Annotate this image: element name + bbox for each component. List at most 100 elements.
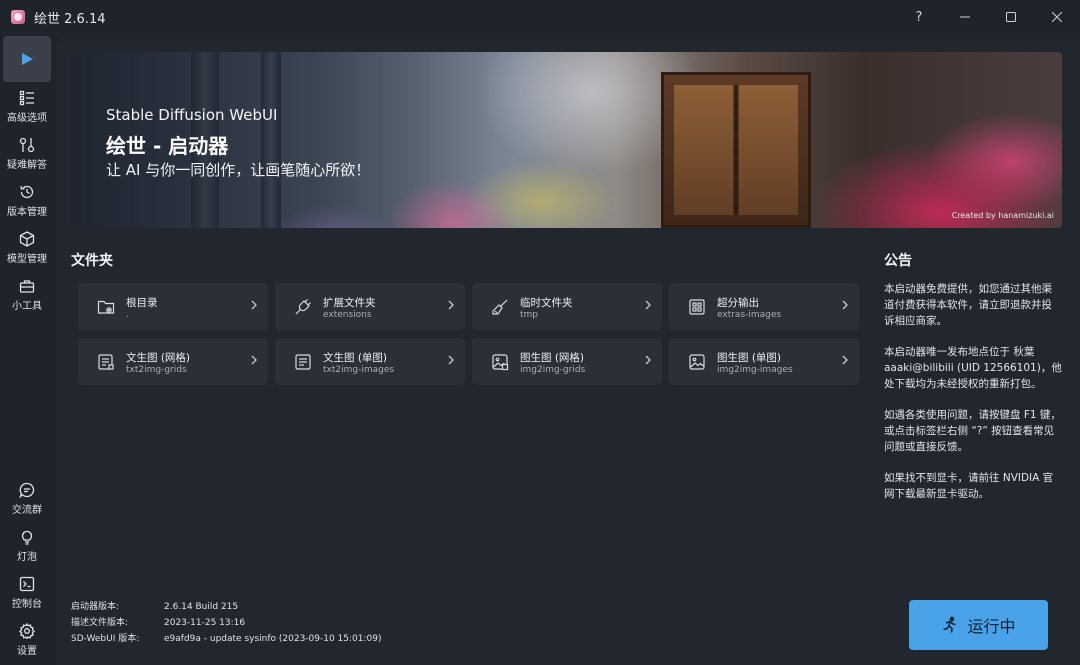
image-grid-icon: [491, 353, 509, 371]
version-key: SD-WebUI 版本:: [71, 634, 140, 644]
chevron-right-icon: [841, 354, 849, 366]
close-button[interactable]: [1034, 0, 1080, 34]
folder-img2img-images[interactable]: 图生图 (单图) img2img-images: [669, 338, 859, 385]
banner-credit: Created by hanamizuki.ai: [951, 211, 1054, 220]
banner-title: 绘世 - 启动器: [106, 134, 229, 158]
list-settings-icon: [19, 90, 34, 106]
cube-icon: [19, 231, 35, 247]
sidebar-item-label: 控制台: [12, 599, 42, 610]
sidebar-item-label: 小工具: [12, 301, 42, 312]
folder-txt2img-images[interactable]: 文生图 (单图) txt2img-images: [275, 338, 465, 385]
version-key: 描述文件版本:: [71, 618, 129, 628]
banner-artwork: [661, 72, 811, 228]
running-icon: [941, 616, 959, 634]
folder-path: extensions: [323, 310, 372, 320]
grid-icon: [688, 298, 706, 316]
window-title: 绘世 2.6.14: [34, 11, 106, 27]
window-controls: ?: [896, 0, 1080, 34]
folders-title: 文件夹: [71, 253, 113, 269]
sidebar-item-launch[interactable]: [3, 36, 51, 82]
banner-slogan: 让 AI 与你一同创作，让画笔随心所欲！: [106, 161, 371, 179]
image-icon: [688, 353, 706, 371]
sidebar-item-label: 灯泡: [17, 552, 37, 563]
sidebar-item-settings[interactable]: 设置: [3, 617, 51, 663]
play-icon: [20, 52, 34, 66]
help-button[interactable]: ?: [896, 0, 942, 34]
folder-extras-images[interactable]: 超分输出 extras-images: [669, 283, 859, 330]
version-value: e9afd9a - update sysinfo (2023-09-10 15:…: [164, 634, 382, 644]
folder-path: extras-images: [717, 310, 782, 320]
version-key: 启动器版本:: [71, 602, 120, 612]
folder-path: .: [126, 310, 129, 320]
sidebar-item-community[interactable]: 交流群: [3, 476, 51, 522]
maximize-icon: [1006, 12, 1016, 22]
version-value: 2.6.14 Build 215: [164, 602, 239, 612]
chevron-right-icon: [250, 299, 258, 311]
chevron-right-icon: [447, 299, 455, 311]
chevron-right-icon: [841, 299, 849, 311]
folder-path: txt2img-grids: [126, 365, 187, 375]
sidebar-item-label: 疑难解答: [7, 160, 47, 171]
sidebar-item-versions[interactable]: 版本管理: [3, 178, 51, 224]
chevron-right-icon: [644, 354, 652, 366]
folder-icon: [97, 298, 115, 316]
run-button-label: 运行中: [967, 617, 1016, 636]
folder-path: img2img-images: [717, 365, 793, 375]
history-icon: [20, 185, 34, 199]
minimize-button[interactable]: [942, 0, 988, 34]
sidebar-item-label: 交流群: [12, 505, 42, 516]
notice-paragraph: 如遇各类使用问题，请按键盘 F1 键，或点击标签栏右侧 “?” 按钮查看常见问题…: [884, 409, 1061, 453]
text-doc-grid-icon: [97, 353, 115, 371]
chat-icon: [19, 482, 35, 498]
sidebar-item-console[interactable]: 控制台: [3, 570, 51, 616]
folder-root[interactable]: 根目录 .: [78, 283, 268, 330]
folder-extensions[interactable]: 扩展文件夹 extensions: [275, 283, 465, 330]
notice-title: 公告: [884, 253, 912, 269]
close-icon: [1052, 12, 1062, 22]
plug-icon: [294, 298, 312, 316]
wrench-icon: [19, 137, 35, 153]
folder-img2img-grids[interactable]: 图生图 (网格) img2img-grids: [472, 338, 662, 385]
chevron-right-icon: [447, 354, 455, 366]
version-info: 启动器版本: 2.6.14 Build 215 描述文件版本: 2023-11-…: [71, 599, 382, 647]
lightbulb-icon: [21, 530, 33, 545]
text-doc-icon: [294, 353, 312, 371]
folder-tmp[interactable]: 临时文件夹 tmp: [472, 283, 662, 330]
maximize-button[interactable]: [988, 0, 1034, 34]
folder-name: 图生图 (单图): [717, 352, 782, 364]
notice-paragraph: 本启动器免费提供，如您通过其他渠道付费获得本软件，请立即退款并投诉相应商家。: [884, 283, 1052, 327]
banner-subtitle: Stable Diffusion WebUI: [106, 106, 278, 124]
chevron-right-icon: [250, 354, 258, 366]
folder-name: 文生图 (网格): [126, 352, 191, 364]
sidebar-item-models[interactable]: 模型管理: [3, 225, 51, 271]
sidebar-item-lightbulb[interactable]: 灯泡: [3, 523, 51, 569]
minimize-icon: [960, 16, 970, 18]
chevron-right-icon: [644, 299, 652, 311]
notice-body: 本启动器免费提供，如您通过其他渠道付费获得本软件，请立即退款并投诉相应商家。 本…: [884, 281, 1062, 517]
console-icon: [19, 576, 35, 592]
folder-name: 根目录: [126, 297, 158, 309]
version-row: SD-WebUI 版本: e9afd9a - update sysinfo (2…: [71, 631, 382, 647]
version-row: 描述文件版本: 2023-11-25 13:16: [71, 615, 382, 631]
sidebar: 高级选项 疑难解答 版本管理 模型管理 小工具 交流群 灯泡 控制台 设置: [0, 34, 54, 665]
notice-paragraph: 如果找不到显卡，请前往 NVIDIA 官网下载最新显卡驱动。: [884, 472, 1054, 500]
sidebar-item-label: 设置: [17, 646, 37, 657]
sidebar-item-label: 高级选项: [7, 113, 47, 124]
help-icon: ?: [915, 9, 923, 25]
app-logo-icon: [11, 10, 25, 24]
sidebar-item-tools[interactable]: 小工具: [3, 272, 51, 318]
title-bar: 绘世 2.6.14 ?: [0, 0, 1080, 34]
folder-path: tmp: [520, 310, 539, 320]
folder-name: 超分输出: [717, 297, 759, 309]
folder-path: txt2img-images: [323, 365, 395, 375]
sidebar-item-label: 模型管理: [7, 254, 47, 265]
version-value: 2023-11-25 13:16: [164, 618, 246, 628]
sidebar-item-troubleshoot[interactable]: 疑难解答: [3, 131, 51, 177]
version-row: 启动器版本: 2.6.14 Build 215: [71, 599, 382, 615]
run-button[interactable]: 运行中: [909, 600, 1048, 650]
folder-name: 文生图 (单图): [323, 352, 388, 364]
folder-txt2img-grids[interactable]: 文生图 (网格) txt2img-grids: [78, 338, 268, 385]
folder-name: 图生图 (网格): [520, 352, 585, 364]
gear-icon: [19, 623, 35, 639]
sidebar-item-advanced[interactable]: 高级选项: [3, 84, 51, 130]
